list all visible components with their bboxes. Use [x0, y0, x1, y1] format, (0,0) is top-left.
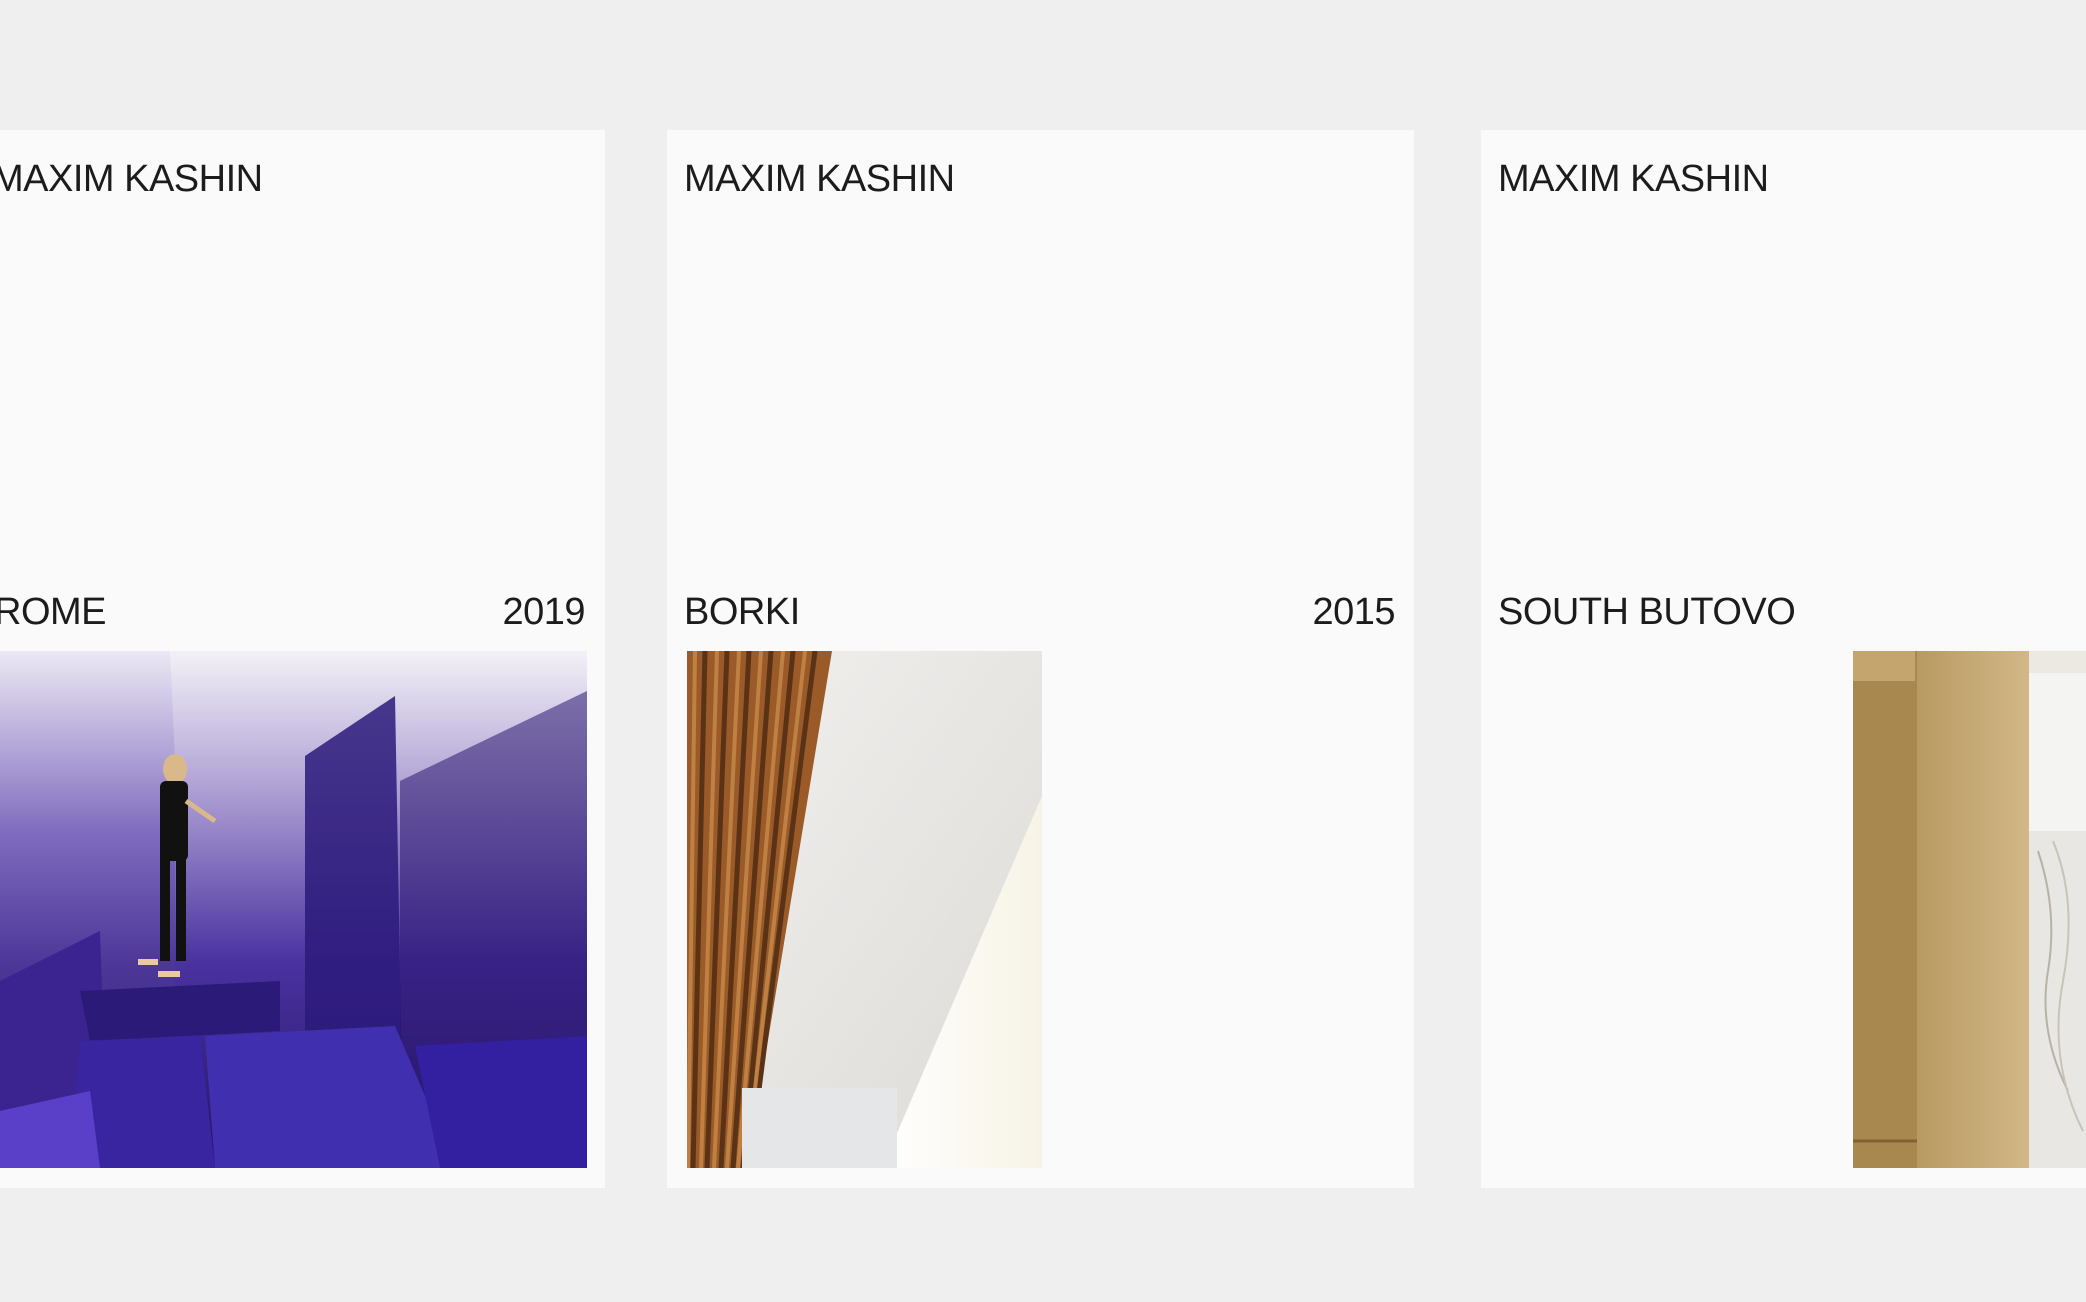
- wood-marble-interior-photo-icon: [1853, 651, 2086, 1168]
- project-card-borki[interactable]: MAXIM KASHIN BORKI 2015: [667, 130, 1414, 1188]
- purple-interior-photo-icon: [0, 651, 587, 1168]
- project-year: 2015: [1312, 591, 1395, 633]
- project-card-south-butovo[interactable]: MAXIM KASHIN SOUTH BUTOVO: [1481, 130, 2086, 1188]
- project-title: SOUTH BUTOVO: [1498, 591, 1796, 633]
- project-photo[interactable]: [1853, 651, 2086, 1168]
- project-photo[interactable]: [687, 651, 1042, 1168]
- brand-name: MAXIM KASHIN: [684, 158, 955, 200]
- brand-name: MAXIM KASHIN: [1498, 158, 1769, 200]
- project-title: ROME: [0, 591, 107, 633]
- project-year: 2019: [502, 591, 585, 633]
- brand-name: MAXIM KASHIN: [0, 158, 263, 200]
- project-card-rome[interactable]: MAXIM KASHIN ROME 2019: [0, 130, 605, 1188]
- wood-slat-interior-photo-icon: [687, 651, 1042, 1168]
- project-carousel: MAXIM KASHIN ROME 2019 MAXIM KASHIN BORK…: [0, 0, 2086, 1302]
- project-photo[interactable]: [0, 651, 587, 1168]
- project-title: BORKI: [684, 591, 800, 633]
